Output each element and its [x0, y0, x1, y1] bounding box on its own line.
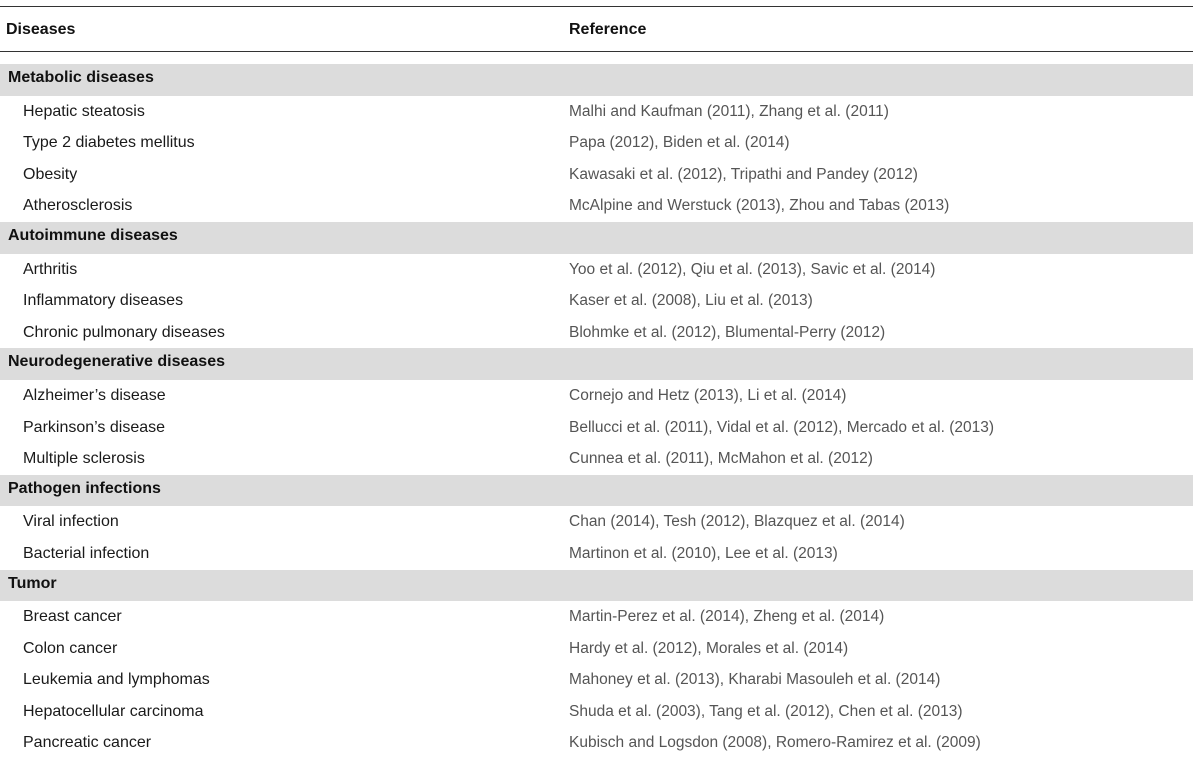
table-row: Inflammatory diseases Kaser et al. (2008)…	[0, 285, 1193, 317]
table-row: Breast cancer Martin-Perez et al. (2014),…	[0, 601, 1193, 633]
table-row: Alzheimer’s disease Cornejo and Hetz (201…	[0, 380, 1193, 412]
table-row: Pancreatic cancer Kubisch and Logsdon (20…	[0, 727, 1193, 759]
table-row: Bacterial infection Martinon et al. (2010…	[0, 538, 1193, 570]
reference-cell: Shuda et al. (2003), Tang et al. (2012),…	[569, 702, 963, 720]
disease-cell: Bacterial infection	[23, 544, 150, 562]
disease-cell: Atherosclerosis	[23, 197, 133, 215]
group-label: Metabolic diseases	[8, 69, 154, 86]
reference-cell: Mahoney et al. (2013), Kharabi Masouleh …	[569, 671, 941, 689]
disease-cell: Colon cancer	[23, 639, 118, 657]
disease-cell: Arthritis	[23, 260, 78, 278]
reference-cell: Martin-Perez et al. (2014), Zheng et al.…	[569, 608, 885, 626]
group-label: Neurodegenerative diseases	[8, 353, 225, 371]
reference-cell: Kubisch and Logsdon (2008), Romero-Ramir…	[569, 734, 981, 752]
disease-cell: Inflammatory diseases	[23, 292, 184, 310]
reference-cell: Chan (2014), Tesh (2012), Blazquez et al…	[569, 513, 905, 531]
table-row: Chronic pulmonary diseases Blohmke et al.…	[0, 317, 1193, 349]
table-row: Arthritis Yoo et al. (2012), Qiu et al. (…	[0, 254, 1193, 286]
reference-cell: Cunnea et al. (2011), McMahon et al. (20…	[569, 450, 873, 468]
group-row: Neurodegenerative diseases	[0, 348, 1193, 380]
reference-cell: Hardy et al. (2012), Morales et al. (201…	[569, 639, 849, 657]
disease-cell: Viral infection	[23, 513, 119, 531]
reference-cell: Cornejo and Hetz (2013), Li et al. (2014…	[569, 386, 847, 404]
disease-cell: Type 2 diabetes mellitus	[23, 134, 195, 152]
reference-cell: Blohmke et al. (2012), Blumental-Perry (…	[569, 323, 886, 341]
group-label: Pathogen infections	[8, 479, 161, 497]
disease-cell: Obesity	[23, 165, 78, 183]
disease-cell: Hepatic steatosis	[23, 102, 145, 120]
table-row: Type 2 diabetes mellitus Papa (2012), Bid…	[0, 127, 1193, 159]
table-row: Parkinson’s disease Bellucci et al. (2011…	[0, 412, 1193, 444]
disease-cell: Breast cancer	[23, 608, 122, 626]
disease-cell: Pancreatic cancer	[23, 734, 152, 752]
disease-cell: Hepatocellular carcinoma	[23, 702, 204, 720]
group-row: Autoimmune diseases	[0, 221, 1193, 254]
group-row: Tumor	[0, 569, 1193, 602]
disease-cell: Multiple sclerosis	[23, 450, 145, 468]
reference-cell: Papa (2012), Biden et al. (2014)	[569, 134, 790, 152]
table-row: Multiple sclerosis Cunnea et al. (2011), …	[0, 443, 1193, 475]
disease-cell: Chronic pulmonary diseases	[23, 323, 225, 341]
group-label: Tumor	[8, 574, 57, 592]
reference-cell: Martinon et al. (2010), Lee et al. (2013…	[569, 544, 838, 562]
table-row: Atherosclerosis McAlpine and Werstuck (20…	[0, 190, 1193, 222]
reference-cell: Kawasaki et al. (2012), Tripathi and Pan…	[569, 165, 918, 183]
reference-cell: McAlpine and Werstuck (2013), Zhou and T…	[569, 197, 950, 215]
table-row: Leukemia and lymphomas Mahoney et al. (20…	[0, 664, 1193, 696]
header-rule	[0, 51, 1193, 52]
header-diseases: Diseases	[6, 21, 76, 38]
disease-cell: Leukemia and lymphomas	[23, 671, 210, 689]
table-row: Hepatic steatosis Malhi and Kaufman (2011…	[0, 96, 1193, 128]
reference-cell: Bellucci et al. (2011), Vidal et al. (20…	[569, 418, 995, 436]
table-row: Hepatocellular carcinoma Shuda et al. (20…	[0, 696, 1193, 728]
group-label: Autoimmune diseases	[8, 226, 178, 244]
group-row: Metabolic diseases	[0, 64, 1193, 96]
group-row: Pathogen infections	[0, 474, 1193, 507]
reference-cell: Malhi and Kaufman (2011), Zhang et al. (…	[569, 102, 889, 120]
disease-cell: Alzheimer’s disease	[23, 386, 166, 404]
table-header: Diseases Reference	[0, 7, 1193, 51]
table-row: Colon cancer Hardy et al. (2012), Morales…	[0, 633, 1193, 665]
table-row: Viral infection Chan (2014), Tesh (2012),…	[0, 506, 1193, 538]
reference-cell: Kaser et al. (2008), Liu et al. (2013)	[569, 292, 813, 310]
reference-cell: Yoo et al. (2012), Qiu et al. (2013), Sa…	[569, 260, 936, 278]
header-reference: Reference	[569, 21, 647, 38]
table-body: Metabolic diseases Hepatic steatosis Malhi…	[0, 64, 1193, 759]
table-row: Obesity Kawasaki et al. (2012), Tripathi …	[0, 159, 1193, 191]
disease-cell: Parkinson’s disease	[23, 418, 166, 436]
